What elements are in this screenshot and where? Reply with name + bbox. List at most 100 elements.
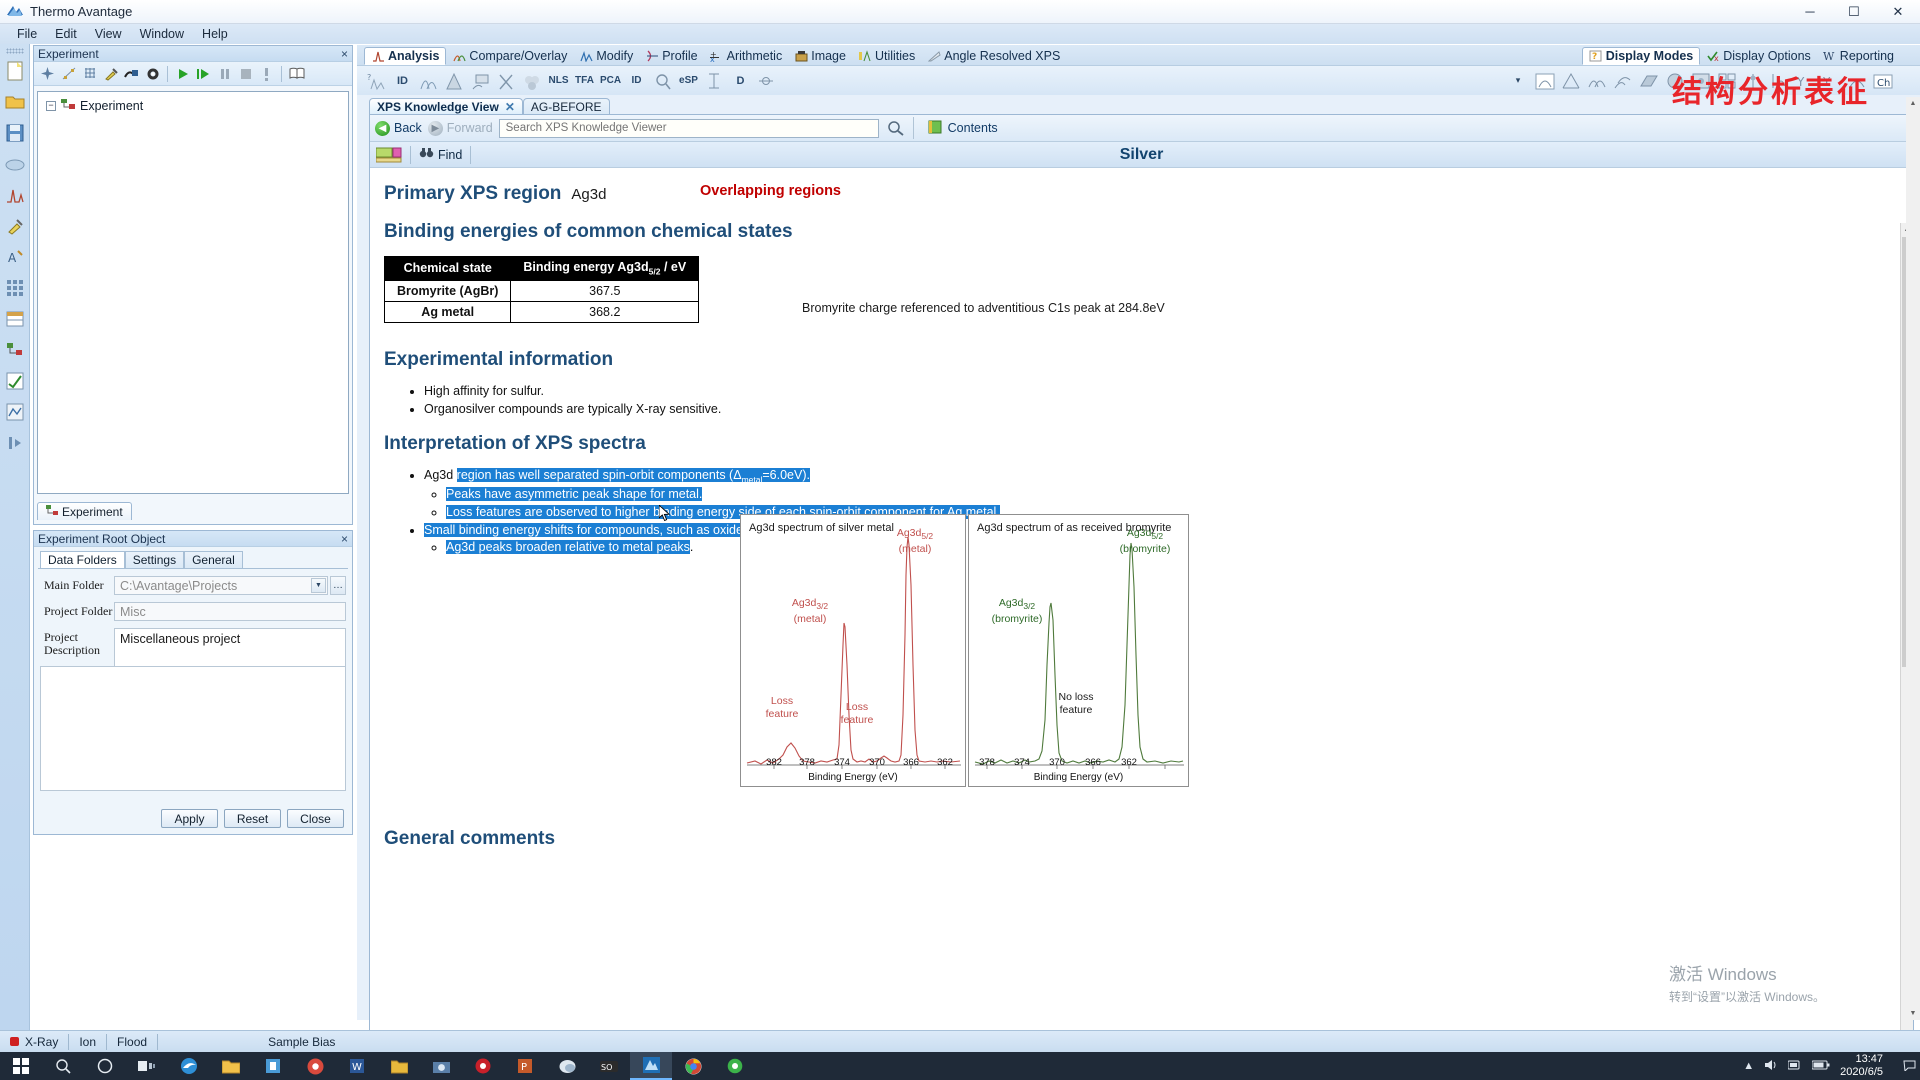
doc-tab-ag-before[interactable]: AG-BEFORE xyxy=(522,98,610,115)
cortana-circle-icon[interactable] xyxy=(84,1052,126,1080)
phi-icon[interactable] xyxy=(755,69,778,93)
id2-icon[interactable]: ID xyxy=(625,69,648,93)
open-folder-icon[interactable] xyxy=(2,88,28,115)
single-display-icon[interactable] xyxy=(1533,69,1556,93)
report-icon[interactable] xyxy=(2,398,28,425)
ribbon-tab-analysis[interactable]: Analysis xyxy=(364,47,447,65)
windows-start-icon[interactable] xyxy=(0,1052,42,1080)
tab-general[interactable]: General xyxy=(184,551,243,568)
pca-icon[interactable]: PCA xyxy=(599,69,622,93)
table-icon[interactable] xyxy=(2,305,28,332)
main-folder-browse-button[interactable]: … xyxy=(330,576,346,595)
scroll-down-icon[interactable]: ▼ xyxy=(1906,1007,1920,1020)
grid-icon[interactable] xyxy=(2,274,28,301)
tree-row[interactable]: − Experiment xyxy=(46,98,340,113)
settings-gear-icon[interactable] xyxy=(143,64,162,83)
ribbon-overflow-button[interactable]: ▾ xyxy=(1511,69,1525,93)
project-folder-input[interactable]: Misc xyxy=(114,602,346,621)
pipette-icon[interactable] xyxy=(101,64,120,83)
folder-yellow-icon[interactable] xyxy=(378,1052,420,1080)
ribbon-tab-utilities[interactable]: Utilities xyxy=(852,47,921,65)
back-button[interactable]: ◀ Back xyxy=(375,120,422,136)
range-icon[interactable] xyxy=(703,69,726,93)
close-icon[interactable]: ✕ xyxy=(505,100,515,114)
menu-window[interactable]: Window xyxy=(131,25,193,43)
doc-tab-xps-knowledge-view[interactable]: XPS Knowledge View ✕ xyxy=(369,98,523,115)
magnifier-icon[interactable] xyxy=(885,120,907,136)
chrome-red-icon[interactable] xyxy=(294,1052,336,1080)
rail-grip-handle[interactable] xyxy=(5,48,24,54)
find-button[interactable]: Find xyxy=(419,147,462,162)
ribbon-tab-reporting[interactable]: W Reporting xyxy=(1817,47,1900,65)
ribbon-tab-angle-resolved-xps[interactable]: Angle Resolved XPS xyxy=(921,47,1066,65)
file-explorer-icon[interactable] xyxy=(210,1052,252,1080)
menu-help[interactable]: Help xyxy=(193,25,237,43)
tab-experiment[interactable]: Experiment xyxy=(37,502,132,520)
check-chart-icon[interactable] xyxy=(2,367,28,394)
overlay-display-icon[interactable] xyxy=(1585,69,1608,93)
battery-icon[interactable] xyxy=(1811,1060,1830,1073)
network-icon[interactable] xyxy=(1787,1059,1802,1074)
ribbon-tab-display-modes[interactable]: ? Display Modes xyxy=(1581,47,1701,65)
peakfit-icon[interactable] xyxy=(417,69,440,93)
cluster-icon[interactable] xyxy=(521,69,544,93)
pipette-icon[interactable] xyxy=(2,212,28,239)
cloud-icon[interactable] xyxy=(2,150,28,177)
chrome-icon[interactable] xyxy=(672,1052,714,1080)
avantage-icon[interactable] xyxy=(630,1052,672,1080)
close-icon[interactable]: × xyxy=(341,532,348,546)
stop-icon[interactable] xyxy=(236,64,255,83)
netease-icon[interactable] xyxy=(462,1052,504,1080)
forward-button[interactable]: ▶ Forward xyxy=(427,120,493,136)
expand-panel-icon[interactable] xyxy=(2,429,28,456)
powerpoint-icon[interactable]: P xyxy=(504,1052,546,1080)
chi-display-icon[interactable]: Ch xyxy=(1871,69,1894,93)
stage-icon[interactable] xyxy=(122,64,141,83)
store-icon[interactable] xyxy=(252,1052,294,1080)
save-icon[interactable] xyxy=(2,119,28,146)
search-circle-icon[interactable] xyxy=(42,1052,84,1080)
run-step-icon[interactable] xyxy=(194,64,213,83)
speaker-icon[interactable] xyxy=(1764,1059,1778,1074)
taskbar-clock[interactable]: 13:47 2020/6/5 xyxy=(1840,1053,1893,1079)
wechat-icon[interactable] xyxy=(546,1052,588,1080)
tab-data-folders[interactable]: Data Folders xyxy=(40,551,125,568)
reset-button[interactable]: Reset xyxy=(224,809,281,828)
notification-icon[interactable] xyxy=(1903,1059,1916,1074)
3d-display-icon[interactable] xyxy=(1637,69,1660,93)
sogou-icon[interactable]: SO xyxy=(588,1052,630,1080)
pause-icon[interactable] xyxy=(215,64,234,83)
main-folder-input[interactable]: C:\Avantage\Projects ▼ xyxy=(114,576,328,595)
scroll-up-icon[interactable]: ▲ xyxy=(1906,97,1920,110)
close-button[interactable]: ✕ xyxy=(1876,0,1920,24)
background-icon[interactable] xyxy=(443,69,466,93)
stack-display-icon[interactable] xyxy=(1559,69,1582,93)
zoom-icon[interactable] xyxy=(651,69,674,93)
depth-icon[interactable]: D xyxy=(729,69,752,93)
spectrum-icon[interactable] xyxy=(2,181,28,208)
experiment-tree[interactable]: − Experiment xyxy=(37,91,349,494)
run-icon[interactable] xyxy=(173,64,192,83)
ribbon-tab-image[interactable]: Image xyxy=(788,47,852,65)
close-icon[interactable]: × xyxy=(341,47,348,61)
minimize-button[interactable]: ─ xyxy=(1788,0,1832,24)
contents-button[interactable]: Contents xyxy=(928,120,998,137)
periodic-table-icon[interactable] xyxy=(375,146,402,164)
close-panel-button[interactable]: Close xyxy=(287,809,344,828)
360-icon[interactable] xyxy=(714,1052,756,1080)
ribbon-tab-display-options[interactable]: x Display Options xyxy=(1700,47,1817,65)
search-input[interactable] xyxy=(503,121,874,135)
tree-icon[interactable] xyxy=(2,336,28,363)
id-icon[interactable]: ID xyxy=(391,69,414,93)
nls-icon[interactable]: NLS xyxy=(547,69,570,93)
annotate-icon[interactable]: A xyxy=(2,243,28,270)
point-scan-icon[interactable] xyxy=(59,64,78,83)
search-input-wrapper[interactable] xyxy=(498,118,879,138)
tree-expander-icon[interactable]: − xyxy=(46,100,56,111)
maximize-button[interactable]: ☐ xyxy=(1832,0,1876,24)
smooth-icon[interactable] xyxy=(469,69,492,93)
main-vertical-scrollbar[interactable]: ▲ ▼ xyxy=(1906,97,1920,1020)
word-icon[interactable]: W xyxy=(336,1052,378,1080)
alert-icon[interactable] xyxy=(257,64,276,83)
new-document-icon[interactable] xyxy=(2,57,28,84)
